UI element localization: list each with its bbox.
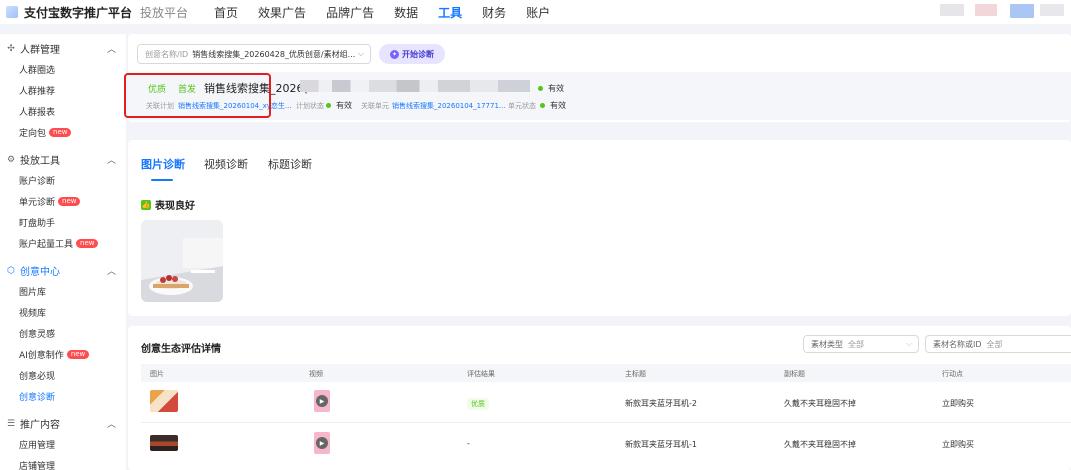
nav-item-brand-ads[interactable]: 品牌广告 (326, 4, 374, 21)
sidebar-item-audience-select[interactable]: 人群圈选 (19, 63, 55, 76)
chevron-down-icon: ⌵ (357, 49, 364, 58)
blurred-account-info (975, 4, 997, 16)
plan-status: 有效 (326, 100, 352, 111)
sidebar-item-ai-creative[interactable]: AI创意制作 new (19, 348, 90, 361)
sidebar-item-account-boost-tool[interactable]: 账户起量工具 new (19, 237, 99, 250)
sidebar-item-creative-must-show[interactable]: 创意必现 (19, 369, 55, 382)
row-subtitle: 久戴不夹耳稳固不掉 (784, 399, 856, 408)
column-header-main-title: 主标题 (625, 370, 646, 378)
new-badge: new (49, 128, 72, 137)
redacted-creative-id (300, 80, 530, 92)
nav-item-home[interactable]: 首页 (214, 4, 238, 21)
column-header-subtitle: 副标题 (784, 370, 805, 378)
row-main-title: 新款耳夹蓝牙耳机-2 (625, 399, 697, 408)
nav-item-account[interactable]: 账户 (526, 4, 550, 21)
blurred-account-info (1010, 4, 1034, 18)
unit-status: 有效 (540, 100, 566, 111)
status-dot (326, 103, 331, 108)
unit-status-label: 单元状态 (508, 102, 536, 110)
sidebar-item-account-diagnosis[interactable]: 账户诊断 (19, 174, 55, 187)
creative-image-preview (141, 220, 223, 302)
sidebar-group-promoted-content[interactable]: ☰ 推广内容 ︿ (6, 416, 116, 432)
tab-title-diagnosis[interactable]: 标题诊断 (268, 156, 312, 172)
nav-item-performance-ads[interactable]: 效果广告 (258, 4, 306, 21)
material-search-filter[interactable]: 素材名称或ID 全部 (925, 335, 1071, 353)
crosshair-icon: ✣ (7, 43, 15, 54)
column-header-result: 评估结果 (467, 370, 495, 378)
nav-item-finance[interactable]: 财务 (482, 4, 506, 21)
chevron-up-icon: ︿ (106, 420, 116, 430)
sidebar-item-audience-recommend[interactable]: 人群推荐 (19, 84, 55, 97)
start-diagnosis-button[interactable]: ✦ 开始诊断 (379, 44, 445, 64)
sidebar-group-audience[interactable]: ✣ 人群管理 ︿ (6, 41, 116, 57)
unit-label: 关联单元 (361, 102, 389, 110)
play-icon: ▶ (316, 437, 328, 449)
list-icon: ☰ (6, 418, 16, 429)
sidebar-item-video-library[interactable]: 视频库 (19, 306, 46, 319)
row-subtitle: 久戴不夹耳稳固不掉 (784, 440, 856, 449)
material-type-filter[interactable]: 素材类型 全部 ⌵ (803, 335, 919, 353)
row-divider (141, 422, 1071, 423)
unit-link[interactable]: 销售线索搜集_20260104_17771... (392, 101, 506, 111)
sidebar-group-creative-center[interactable]: ⬡ 创意中心 ︿ (6, 263, 116, 279)
sidebar-item-unit-diagnosis[interactable]: 单元诊断 new (19, 195, 81, 208)
row-action: 立即购买 (942, 399, 974, 408)
blurred-account-info (940, 4, 964, 16)
status-dot (540, 103, 545, 108)
creative-select[interactable]: 创意名称/ID 销售线索搜集_20260428_优质创意/素材组... ⌵ (137, 44, 371, 64)
result-badge: 优质 (467, 398, 489, 410)
sidebar-item-creative-diagnosis[interactable]: 创意诊断 (19, 390, 55, 403)
chevron-down-icon: ⌵ (905, 339, 912, 348)
tab-image-diagnosis[interactable]: 图片诊断 (141, 156, 185, 172)
chevron-up-icon: ︿ (106, 156, 116, 166)
highlight-annotation-box (124, 73, 271, 118)
main-nav: 首页 效果广告 品牌广告 数据 工具 财务 账户 (214, 4, 570, 21)
active-tab-indicator (151, 179, 173, 181)
brand-name: 支付宝数字推广平台 (24, 5, 133, 20)
sidebar-group-delivery-tools[interactable]: ⚙ 投放工具 ︿ (6, 152, 116, 168)
thumbs-up-icon: 👍 (141, 199, 151, 210)
row-result: - (467, 439, 470, 448)
chevron-up-icon: ︿ (106, 267, 116, 277)
sidebar-item-image-library[interactable]: 图片库 (19, 285, 46, 298)
row-action: 立即购买 (942, 440, 974, 449)
new-badge: new (76, 239, 99, 248)
row-image-thumbnail[interactable] (150, 390, 178, 412)
blurred-account-info (1040, 4, 1064, 16)
nav-item-tools[interactable]: 工具 (438, 4, 462, 21)
sidebar-item-store-management[interactable]: 店铺管理 (19, 459, 55, 470)
play-icon: ▶ (316, 395, 328, 407)
plan-status-label: 计划状态 (296, 102, 324, 110)
platform-switcher[interactable]: 投放平台 (140, 4, 188, 21)
table-header (141, 364, 1071, 382)
shield-icon: ⬡ (7, 265, 15, 276)
diagnosis-icon: ✦ (390, 49, 399, 59)
column-header-video: 视频 (309, 370, 323, 378)
column-header-action: 行动点 (942, 370, 963, 378)
creative-image-thumbnail[interactable] (141, 220, 223, 302)
sidebar-item-monitor-assistant[interactable]: 盯盘助手 (19, 216, 55, 229)
row-video-thumbnail[interactable]: ▶ (314, 432, 330, 454)
row-video-thumbnail[interactable]: ▶ (314, 390, 330, 412)
sidebar-item-creative-inspiration[interactable]: 创意灵感 (19, 327, 55, 340)
new-badge: new (66, 350, 90, 359)
platform-logo (6, 6, 18, 18)
new-badge: new (58, 197, 81, 206)
nav-item-data[interactable]: 数据 (394, 4, 418, 21)
sidebar-item-audience-report[interactable]: 人群报表 (19, 105, 55, 118)
top-navigation-bar: 支付宝数字推广平台 投放平台 首页 效果广告 品牌广告 数据 工具 财务 账户 (0, 0, 1071, 24)
performance-label: 👍 表现良好 (141, 199, 195, 212)
sidebar-item-targeting-package[interactable]: 定向包 new (19, 126, 72, 139)
gear-icon: ⚙ (6, 154, 16, 165)
creative-status: 有效 (538, 83, 564, 94)
sidebar: ✣ 人群管理 ︿ 人群圈选 人群推荐 人群报表 定向包 new ⚙ 投放工具 ︿… (0, 34, 126, 470)
chevron-up-icon: ︿ (106, 45, 116, 55)
column-header-image: 图片 (150, 370, 164, 378)
sidebar-item-app-management[interactable]: 应用管理 (19, 438, 55, 451)
status-dot (538, 86, 543, 91)
section-title: 创意生态评估详情 (141, 344, 221, 355)
tab-video-diagnosis[interactable]: 视频诊断 (204, 156, 248, 172)
row-main-title: 新款耳夹蓝牙耳机-1 (625, 440, 697, 449)
row-image-thumbnail[interactable] (150, 435, 178, 451)
